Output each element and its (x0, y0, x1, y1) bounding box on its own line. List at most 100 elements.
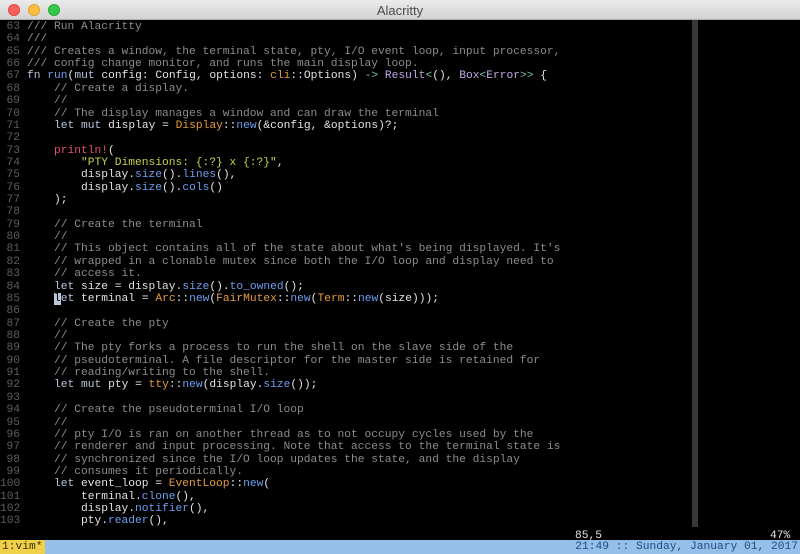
line-number: 64 (6, 33, 20, 46)
line-number: 76 (6, 181, 20, 194)
code-token: mut (81, 119, 102, 132)
code-line: 65 /// Creates a window, the terminal sta… (0, 46, 560, 58)
code-line: 88 // (0, 330, 560, 342)
code-token: // (27, 231, 68, 244)
tmux-status-bar: 1:vim* 21:49 :: Sunday, January 01, 2017 (0, 540, 800, 554)
line-number: 89 (6, 342, 20, 355)
line-number: 88 (6, 329, 20, 342)
line-number: 65 (6, 45, 20, 58)
line-number: 85 (6, 292, 20, 305)
code-token: let (54, 379, 75, 392)
code-line: 69 // (0, 95, 560, 107)
code-token: notifier (135, 503, 190, 516)
line-number: 83 (6, 268, 20, 281)
code-token: // The pty forks a process to run the sh… (27, 342, 514, 355)
line-number: 95 (6, 416, 20, 429)
code-token: new (189, 292, 210, 305)
code-token: terminal = (74, 292, 156, 305)
code-token: size (135, 181, 163, 194)
code-token: // reading/writing to the shell. (27, 367, 271, 380)
code-line: 68 // Create a display. (0, 83, 560, 95)
code-line: 94 // Create the pseudoterminal I/O loop (0, 404, 560, 416)
line-number: 91 (6, 367, 20, 380)
code-token: // wrapped in a clonable mutex since bot… (27, 255, 554, 268)
code-token: Term (317, 292, 345, 305)
code-line: 93 (0, 392, 560, 404)
window-tab[interactable]: 1:vim* (0, 540, 45, 554)
line-number: 68 (6, 82, 20, 95)
code-token: size (182, 280, 210, 293)
code-line: 85 let terminal = Arc::new(FairMutex::ne… (0, 292, 560, 305)
code-line: 91 // reading/writing to the shell. (0, 367, 560, 379)
code-token: >> (520, 70, 534, 83)
code-line: 70 // The display manages a window and c… (0, 108, 560, 120)
terminal-editor[interactable]: 63 /// Run Alacritty 64 /// 65 /// Creates a … (0, 20, 800, 542)
title-bar: Alacritty (0, 0, 800, 20)
line-number: 75 (6, 169, 20, 182)
cursor: l (54, 292, 61, 305)
code-token: () (209, 181, 223, 194)
code-token: mut (74, 70, 95, 83)
code-token: new (357, 292, 379, 305)
line-number: 72 (6, 132, 20, 145)
code-token: // access it. (27, 268, 142, 281)
code-token: new (243, 478, 264, 491)
code-token: // (27, 95, 68, 108)
code-token: :: (229, 478, 244, 491)
code-token: run (47, 70, 68, 83)
line-number: 96 (6, 428, 20, 441)
code-token: (). (209, 280, 230, 293)
line-number: 81 (6, 243, 20, 256)
code-token: display. (27, 169, 136, 182)
code-line: 82 // wrapped in a clonable mutex since … (0, 256, 560, 268)
code-token: println! (54, 144, 109, 157)
code-line: 78 (0, 206, 560, 218)
line-number: 82 (6, 255, 20, 268)
code-line: 87 // Create the pty (0, 318, 560, 330)
code-token: /// config change monitor, and runs the … (27, 58, 419, 71)
code-token: // Create the terminal (27, 218, 203, 231)
code-token: EventLoop (168, 478, 230, 491)
code-token: (). (162, 181, 183, 194)
line-number: 97 (6, 441, 20, 454)
line-number: 69 (6, 95, 20, 108)
code-token: , (276, 156, 284, 169)
code-token: size (135, 169, 163, 182)
line-number: 93 (6, 391, 20, 404)
code-token: { (533, 70, 548, 83)
code-token: Result (384, 70, 426, 83)
code-line: 63 /// Run Alacritty (0, 21, 560, 33)
code-line: 98 // synchronized since the I/O loop up… (0, 454, 560, 466)
code-token: let (54, 478, 75, 491)
code-token: (); (283, 280, 304, 293)
line-number: 78 (6, 206, 20, 219)
code-token: // Create a display. (27, 82, 190, 95)
code-line: 84 let size = display.size().to_owned(); (0, 281, 560, 293)
line-number: 74 (6, 156, 20, 169)
code-token: let (54, 280, 75, 293)
code-token: et (60, 292, 75, 305)
code-token: (), (432, 70, 460, 83)
code-line: 75 display.size().lines(), (0, 169, 560, 181)
code-token: // consumes it periodically. (27, 465, 244, 478)
code-token: // pty I/O is ran on another thread as t… (27, 428, 534, 441)
code-lines: 63 /// Run Alacritty 64 /// 65 /// Creates a … (0, 21, 560, 528)
line-number: 73 (6, 144, 20, 157)
line-number: 90 (6, 354, 20, 367)
code-token: (), (189, 503, 210, 516)
code-token: Box (459, 70, 480, 83)
code-token: ); (27, 194, 68, 207)
code-token: terminal. (27, 490, 142, 503)
line-number: 94 (6, 404, 20, 417)
code-token: // (27, 329, 68, 342)
code-token: :: (175, 292, 190, 305)
line-number: 86 (6, 305, 20, 318)
code-line: 90 // pseudoterminal. A file descriptor … (0, 355, 560, 367)
code-line: 72 (0, 132, 560, 144)
code-token: Error (486, 70, 521, 83)
